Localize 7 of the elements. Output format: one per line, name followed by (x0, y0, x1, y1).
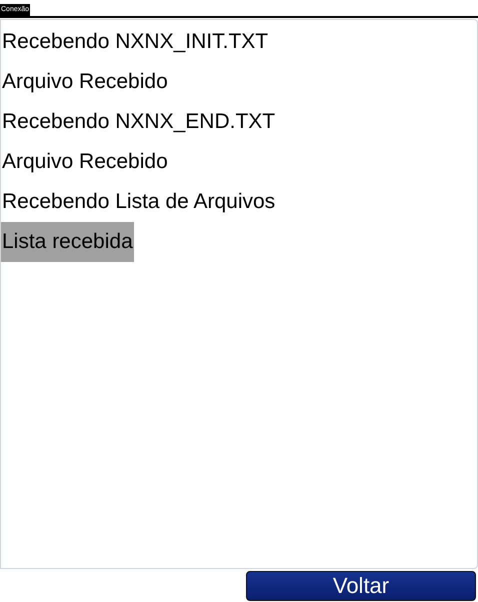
log-entry[interactable]: Recebendo NXNX_END.TXT (1, 102, 276, 142)
log-entry[interactable]: Arquivo Recebido (1, 142, 169, 182)
log-entry[interactable]: Recebendo Lista de Arquivos (1, 182, 276, 222)
back-button[interactable]: Voltar (246, 571, 476, 601)
log-entry[interactable]: Arquivo Recebido (1, 62, 169, 102)
log-entry[interactable]: Lista recebida (1, 222, 134, 262)
log-entry[interactable]: Recebendo NXNX_INIT.TXT (1, 22, 270, 62)
